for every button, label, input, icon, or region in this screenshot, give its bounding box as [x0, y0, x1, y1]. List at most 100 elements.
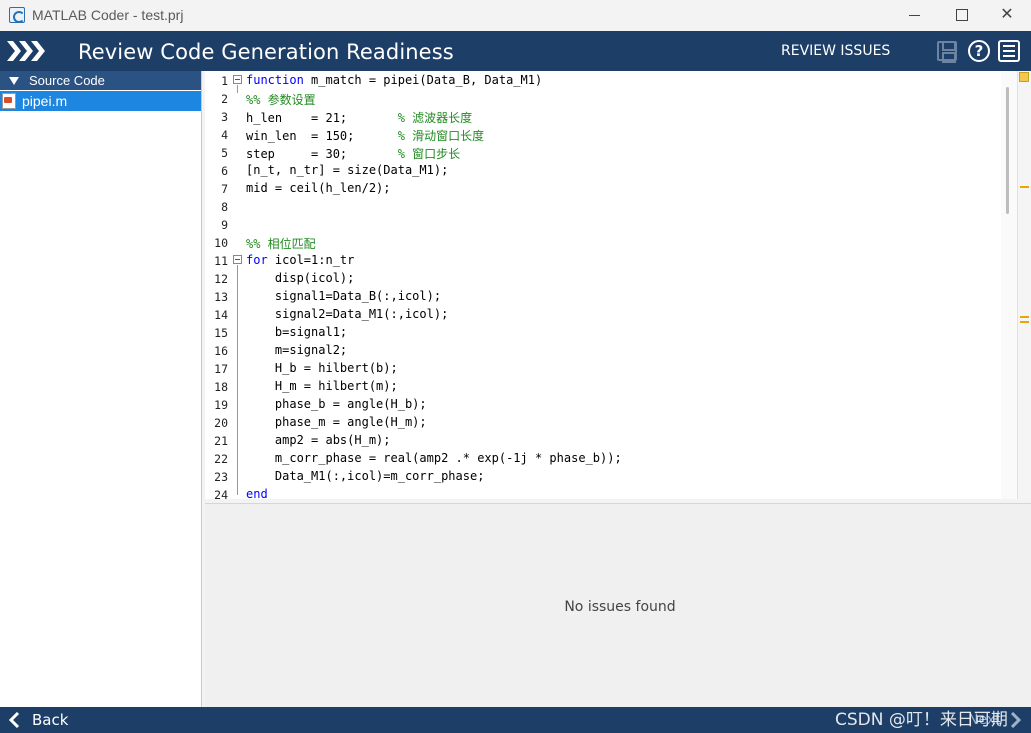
code-line[interactable]: 19 phase_b = angle(H_b); — [205, 395, 1005, 413]
code-text: [n_t, n_tr] = size(Data_M1); — [246, 163, 449, 177]
source-code-section-header[interactable]: Source Code — [0, 71, 201, 90]
code-line[interactable]: 20 phase_m = angle(H_m); — [205, 413, 1005, 431]
matlab-file-icon — [2, 93, 16, 109]
code-text: phase_b = angle(H_b); — [246, 397, 427, 411]
warning-marker[interactable] — [1020, 321, 1029, 323]
code-line[interactable]: 3 h_len = 21; % 滤波器长度 — [205, 107, 1005, 125]
code-line[interactable]: 7 mid = ceil(h_len/2); — [205, 179, 1005, 197]
warning-marker[interactable] — [1020, 186, 1029, 188]
line-number: 22 — [214, 452, 228, 466]
step-header: Review Code Generation Readiness REVIEW … — [0, 31, 1031, 71]
code-text: m_corr_phase = real(amp2 .* exp(-1j * ph… — [246, 451, 622, 465]
close-button[interactable]: ✕ — [996, 4, 1018, 26]
collapse-triangle-icon[interactable] — [9, 77, 19, 85]
line-number: 12 — [214, 272, 228, 286]
code-line[interactable]: 1 function m_match = pipei(Data_B, Data_M… — [205, 71, 1005, 89]
title-bar: MATLAB Coder - test.prj ✕ — [0, 0, 1031, 31]
code-line[interactable]: 9 — [205, 215, 1005, 233]
line-number: 19 — [214, 398, 228, 412]
code-line[interactable]: 23 Data_M1(:,icol)=m_corr_phase; — [205, 467, 1005, 485]
code-text: signal2=Data_M1(:,icol); — [246, 307, 449, 321]
line-number: 4 — [221, 128, 228, 142]
code-line[interactable]: 15 b=signal1; — [205, 323, 1005, 341]
next-chevron-icon[interactable] — [1010, 712, 1022, 728]
code-line[interactable]: 6 [n_t, n_tr] = size(Data_M1); — [205, 161, 1005, 179]
warning-marker[interactable] — [1020, 316, 1029, 318]
code-text: win_len = 150; % 滑动窗口长度 — [246, 129, 485, 143]
line-number: 13 — [214, 290, 228, 304]
line-number: 3 — [221, 110, 228, 124]
scrollbar-thumb[interactable] — [1006, 87, 1009, 214]
matlab-coder-app-icon — [9, 7, 25, 23]
minimize-button[interactable] — [904, 4, 926, 26]
code-text: h_len = 21; % 滤波器长度 — [246, 111, 473, 125]
code-text: H_m = hilbert(m); — [246, 379, 398, 393]
code-line[interactable]: 17 H_b = hilbert(b); — [205, 359, 1005, 377]
code-overview-ruler[interactable] — [1017, 71, 1031, 499]
code-text: step = 30; % 窗口步长 — [246, 147, 461, 161]
code-line[interactable]: 4 win_len = 150; % 滑动窗口长度 — [205, 125, 1005, 143]
issues-panel: No issues found — [205, 503, 1031, 707]
menu-icon[interactable] — [998, 40, 1020, 62]
line-number: 17 — [214, 362, 228, 376]
analysis-status-indicator[interactable] — [1019, 72, 1029, 82]
code-line[interactable]: 12 disp(icol); — [205, 269, 1005, 287]
source-code-section-label: Source Code — [29, 73, 105, 88]
line-number: 1 — [221, 74, 228, 88]
back-chevron-icon[interactable] — [8, 712, 20, 728]
code-line[interactable]: 22 m_corr_phase = real(amp2 .* exp(-1j *… — [205, 449, 1005, 467]
code-line[interactable]: 5 step = 30; % 窗口步长 — [205, 143, 1005, 161]
workflow-chevrons-icon — [7, 41, 45, 61]
line-number: 6 — [221, 164, 228, 178]
line-number: 16 — [214, 344, 228, 358]
line-number: 23 — [214, 470, 228, 484]
line-number: 9 — [221, 218, 228, 232]
code-text: end — [246, 487, 268, 501]
back-button[interactable]: Back — [32, 711, 68, 729]
code-line[interactable]: 21 amp2 = abs(H_m); — [205, 431, 1005, 449]
line-number: 8 — [221, 200, 228, 214]
code-line[interactable]: 14 signal2=Data_M1(:,icol); — [205, 305, 1005, 323]
code-text: mid = ceil(h_len/2); — [246, 181, 391, 195]
line-number: 21 — [214, 434, 228, 448]
save-icon[interactable] — [937, 41, 957, 63]
code-line[interactable]: 24 end — [205, 485, 1005, 503]
code-text: %% 参数设置 — [246, 93, 316, 107]
vertical-scrollbar[interactable] — [1001, 71, 1017, 499]
code-text: %% 相位匹配 — [246, 237, 316, 251]
maximize-button[interactable] — [950, 4, 972, 26]
file-item-label: pipei.m — [22, 93, 68, 109]
watermark-text: CSDN @叮！来日可期 — [835, 710, 1008, 730]
code-text: for icol=1:n_tr — [246, 253, 355, 267]
code-line[interactable]: 13 signal1=Data_B(:,icol); — [205, 287, 1005, 305]
code-text: H_b = hilbert(b); — [246, 361, 398, 375]
code-text: b=signal1; — [246, 325, 348, 339]
code-line[interactable]: 10 %% 相位匹配 — [205, 233, 1005, 251]
review-issues-button[interactable]: REVIEW ISSUES — [781, 43, 890, 59]
line-number: 5 — [221, 146, 228, 160]
page-title: Review Code Generation Readiness — [78, 40, 454, 64]
code-line[interactable]: 16 m=signal2; — [205, 341, 1005, 359]
line-number: 2 — [221, 92, 228, 106]
line-number: 10 — [214, 236, 228, 250]
code-line[interactable]: 8 — [205, 197, 1005, 215]
code-text: signal1=Data_B(:,icol); — [246, 289, 442, 303]
no-issues-message: No issues found — [564, 599, 676, 615]
line-number: 15 — [214, 326, 228, 340]
code-editor[interactable]: 1 function m_match = pipei(Data_B, Data_M… — [205, 71, 1031, 502]
file-item-pipei[interactable]: pipei.m — [0, 91, 201, 111]
line-number: 24 — [214, 488, 228, 502]
code-text: function m_match = pipei(Data_B, Data_M1… — [246, 73, 543, 87]
code-line[interactable]: 18 H_m = hilbert(m); — [205, 377, 1005, 395]
line-number: 7 — [221, 182, 228, 196]
code-text: amp2 = abs(H_m); — [246, 433, 391, 447]
help-icon[interactable]: ? — [968, 40, 990, 62]
source-code-panel: Source Code pipei.m — [0, 71, 202, 707]
fold-toggle-icon[interactable] — [233, 75, 242, 84]
line-number: 14 — [214, 308, 228, 322]
code-line[interactable]: 11 for icol=1:n_tr — [205, 251, 1005, 269]
code-text: Data_M1(:,icol)=m_corr_phase; — [246, 469, 485, 483]
code-line[interactable]: 2 %% 参数设置 — [205, 89, 1005, 107]
code-text: m=signal2; — [246, 343, 348, 357]
fold-toggle-icon[interactable] — [233, 255, 242, 264]
